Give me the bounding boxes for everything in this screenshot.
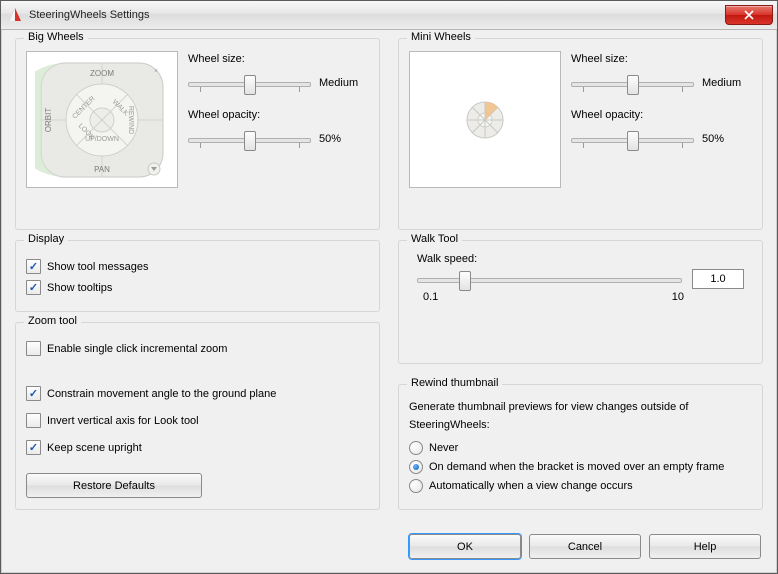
- checkbox-label: Show tooltips: [47, 282, 112, 294]
- mini-wheel-preview: [409, 51, 561, 188]
- big-wheel-size-value: Medium: [319, 77, 369, 89]
- settings-window: SteeringWheels Settings Big Wheels: [0, 0, 778, 574]
- big-wheel-size-label: Wheel size:: [188, 53, 369, 65]
- checkbox-single-click-zoom[interactable]: Enable single click incremental zoom: [26, 341, 369, 356]
- app-icon: [7, 7, 23, 23]
- legend-big-wheels: Big Wheels: [24, 31, 88, 43]
- group-walk-tool: Walk Tool Walk speed: 0.1 10: [398, 240, 763, 364]
- big-wheel-opacity-slider[interactable]: [188, 129, 311, 149]
- window-title: SteeringWheels Settings: [29, 9, 149, 21]
- button-label: Restore Defaults: [73, 480, 155, 492]
- checkbox-invert-vertical[interactable]: Invert vertical axis for Look tool: [26, 413, 369, 428]
- checkbox-show-tooltips[interactable]: ✓ Show tooltips: [26, 280, 369, 295]
- big-wheel-preview: × ZOOM PAN ORBIT CENTER WALK REWIND: [26, 51, 178, 188]
- big-wheel-opacity-label: Wheel opacity:: [188, 109, 369, 121]
- button-label: Help: [694, 541, 717, 553]
- close-icon: [744, 10, 754, 20]
- group-big-wheels: Big Wheels: [15, 38, 380, 230]
- mini-wheel-size-value: Medium: [702, 77, 752, 89]
- svg-text:UP/DOWN: UP/DOWN: [85, 136, 119, 143]
- big-wheel-size-slider[interactable]: [188, 73, 311, 93]
- radio-label: On demand when the bracket is moved over…: [429, 461, 724, 473]
- button-label: OK: [457, 541, 473, 553]
- mini-wheel-opacity-label: Wheel opacity:: [571, 109, 752, 121]
- dialog-footer: OK Cancel Help: [1, 524, 777, 573]
- radio-automatically[interactable]: Automatically when a view change occurs: [409, 479, 752, 493]
- mini-wheel-size-label: Wheel size:: [571, 53, 752, 65]
- right-column: Mini Wheels: [398, 38, 763, 520]
- walk-speed-min: 0.1: [423, 291, 438, 303]
- checkbox-label: Keep scene upright: [47, 442, 142, 454]
- titlebar: SteeringWheels Settings: [1, 1, 777, 30]
- checkbox-keep-scene-upright[interactable]: ✓ Keep scene upright: [26, 440, 369, 455]
- radio-label: Automatically when a view change occurs: [429, 480, 633, 492]
- svg-text:ORBIT: ORBIT: [44, 107, 53, 132]
- walk-speed-input[interactable]: [692, 269, 744, 289]
- left-column: Big Wheels: [15, 38, 380, 520]
- restore-defaults-button[interactable]: Restore Defaults: [26, 473, 202, 498]
- checkbox-label: Enable single click incremental zoom: [47, 343, 227, 355]
- checkbox-show-tool-messages[interactable]: ✓ Show tool messages: [26, 259, 369, 274]
- ok-button[interactable]: OK: [409, 534, 521, 559]
- group-display: Display ✓ Show tool messages ✓ Show tool…: [15, 240, 380, 312]
- mini-wheel-size-slider[interactable]: [571, 73, 694, 93]
- svg-text:REWIND: REWIND: [127, 105, 134, 133]
- checkbox-label: Show tool messages: [47, 261, 149, 273]
- group-mini-wheels: Mini Wheels: [398, 38, 763, 230]
- big-wheel-opacity-value: 50%: [319, 133, 369, 145]
- rewind-desc-line2: SteeringWheels:: [409, 419, 752, 431]
- legend-walk-tool: Walk Tool: [407, 233, 462, 245]
- legend-rewind: Rewind thumbnail: [407, 377, 502, 389]
- legend-zoom-tool: Zoom tool: [24, 315, 81, 327]
- walk-speed-label: Walk speed:: [417, 253, 744, 265]
- radio-never[interactable]: Never: [409, 441, 752, 455]
- radio-on-demand[interactable]: On demand when the bracket is moved over…: [409, 460, 752, 474]
- radio-label: Never: [429, 442, 458, 454]
- svg-text:ZOOM: ZOOM: [90, 69, 114, 78]
- walk-speed-slider[interactable]: [417, 269, 682, 289]
- rewind-desc-line1: Generate thumbnail previews for view cha…: [409, 401, 752, 413]
- help-button[interactable]: Help: [649, 534, 761, 559]
- mini-wheel-opacity-value: 50%: [702, 133, 752, 145]
- cancel-button[interactable]: Cancel: [529, 534, 641, 559]
- button-label: Cancel: [568, 541, 602, 553]
- mini-wheel-opacity-slider[interactable]: [571, 129, 694, 149]
- group-zoom-tool: Zoom tool Enable single click incrementa…: [15, 322, 380, 510]
- svg-text:PAN: PAN: [94, 165, 110, 174]
- group-rewind-thumbnail: Rewind thumbnail Generate thumbnail prev…: [398, 384, 763, 510]
- checkbox-label: Invert vertical axis for Look tool: [47, 415, 199, 427]
- walk-speed-max: 10: [672, 291, 684, 303]
- svg-text:×: ×: [154, 68, 158, 75]
- close-button[interactable]: [725, 5, 773, 25]
- checkbox-constrain-movement[interactable]: ✓ Constrain movement angle to the ground…: [26, 386, 369, 401]
- legend-display: Display: [24, 233, 68, 245]
- checkbox-label: Constrain movement angle to the ground p…: [47, 388, 276, 400]
- legend-mini-wheels: Mini Wheels: [407, 31, 475, 43]
